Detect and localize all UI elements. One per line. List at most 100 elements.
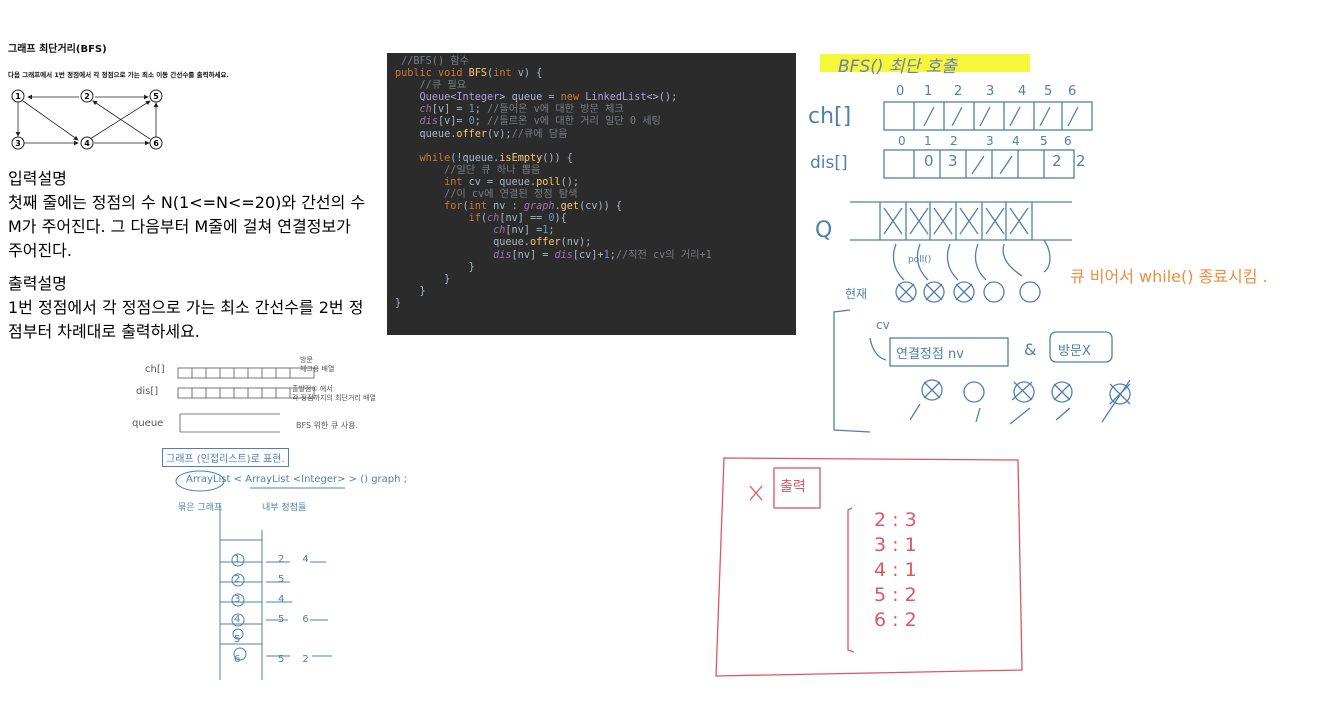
problem-sections: 입력설명 첫째 줄에는 정점의 수 N(1<=N<=20)와 간선의 수 M가 …	[8, 165, 368, 342]
input-section: 입력설명 첫째 줄에는 정점의 수 N(1<=N<=20)와 간선의 수 M가 …	[8, 165, 368, 261]
code-block: //BFS() 함수 public void BFS(int v) { //큐 필…	[387, 53, 796, 335]
code-line: dis[v]= 0; //들르온 v에 대한 거리 일단 0 세팅	[419, 116, 661, 128]
unvisited-label: 방문X	[1058, 344, 1091, 359]
index-5: 5	[1044, 84, 1053, 99]
adj-edge: 2	[302, 654, 309, 665]
svg-text:1: 1	[15, 92, 21, 101]
code-line: //일단 큐 하나 뽑음	[444, 164, 541, 176]
ch-note-line-1: 방문	[300, 356, 313, 364]
code-line: dis[nv] = dis[cv]+1;//직전 cv의 거리+1	[493, 249, 712, 261]
adj-node: 5	[234, 634, 241, 645]
index-0: 0	[896, 84, 905, 99]
dis-note-line-1: 출발점① 에서	[292, 385, 333, 393]
code-line: }	[395, 285, 426, 297]
code-line: Queue<Integer> queue = new LinkedList<>(…	[419, 92, 678, 104]
dis-value-1: 0	[924, 152, 934, 170]
index-6: 6	[1068, 84, 1077, 99]
input-text: 첫째 줄에는 정점의 수 N(1<=N<=20)와 간선의 수 M가 주어진다.…	[8, 193, 366, 260]
graph-node-3: 3	[11, 136, 25, 150]
graph-node-5: 5	[149, 89, 163, 103]
adj-row: 1 2 4	[234, 550, 309, 570]
code-line: //큐 필요	[419, 80, 467, 92]
output-result: 4 : 1	[874, 559, 917, 581]
dis-index-4: 4	[1012, 134, 1020, 148]
code-line: ch[v] = 1; //들어온 v에 대한 방문 체크	[419, 104, 624, 116]
adjacent-label: 연결정점 nv	[896, 347, 964, 362]
output-text: 1번 정점에서 각 정점으로 가는 최소 간선수를 2번 정점부터 차례대로 출…	[8, 298, 364, 341]
adj-edge: 5	[278, 574, 285, 585]
code-line: while(!queue.isEmpty()) {	[419, 152, 573, 164]
dis-value-6: 2	[1076, 152, 1086, 170]
adj-row: 34	[234, 590, 309, 610]
poll-label: poll()	[908, 255, 932, 265]
notes-title: BFS() 최단 호출	[838, 57, 957, 77]
input-heading: 입력설명	[8, 169, 67, 188]
code-line: public void BFS(int v) {	[395, 68, 543, 80]
queue-note: BFS 위한 큐 사용.	[296, 421, 358, 430]
ch-label-left: ch[]	[145, 364, 165, 375]
q-label: Q	[815, 218, 833, 243]
output-result: 3 : 1	[874, 534, 917, 556]
dis-note: 출발점① 에서 각 정점까지의 최단거리 배열	[292, 385, 376, 403]
graph-node-4: 4	[80, 136, 94, 150]
dis-note-line-2: 각 정점까지의 최단거리 배열	[292, 394, 376, 402]
adj-node: 1	[234, 554, 241, 565]
adj-node: 6	[234, 654, 241, 665]
code-line: ch[nv] =1;	[493, 225, 555, 237]
output-result: 2 : 3	[874, 509, 917, 531]
index-3: 3	[986, 84, 995, 99]
adj-node: 2	[234, 574, 241, 585]
code-line: int cv = queue.poll();	[444, 176, 580, 188]
code-line: for(int nv : graph.get(cv)) {	[444, 201, 622, 213]
dis-index-6: 6	[1064, 134, 1072, 148]
output-result: 5 : 2	[874, 584, 917, 606]
dis-index-3: 3	[986, 134, 994, 148]
adjacency-list-title: 그래프 (인접리스트)로 표현.	[162, 448, 289, 467]
adj-row: 5	[234, 630, 309, 650]
svg-text:5: 5	[153, 92, 159, 101]
dis-index-0: 0	[898, 134, 906, 148]
dis-label-right: dis[]	[810, 153, 848, 173]
outer-list-label: 묶은 그래프	[178, 503, 223, 513]
output-section: 출력설명 1번 정점에서 각 정점으로 가는 최소 간선수를 2번 정점부터 차…	[8, 270, 368, 342]
dis-index-1: 1	[924, 134, 932, 148]
adj-node: 3	[234, 594, 241, 605]
graph-node-1: 1	[11, 89, 25, 103]
dis-index-5: 5	[1040, 134, 1048, 148]
code-line: queue.offer(nv);	[395, 237, 592, 249]
svg-text:2: 2	[84, 92, 90, 101]
code-line: if(ch[nv] == 0){	[468, 213, 567, 225]
adj-row: 4 5 6	[234, 610, 309, 630]
ch-label-right: ch[]	[808, 104, 852, 129]
code-line: queue.offer(v);//큐에 담음	[395, 128, 568, 140]
adj-node: 4	[234, 614, 241, 625]
adj-edge: 5	[278, 654, 285, 665]
svg-text:6: 6	[153, 139, 159, 148]
arraylist-declaration: ArrayList < ArrayList <Integer> > () gra…	[186, 474, 408, 485]
adj-row: 6 5 2	[234, 650, 309, 670]
bfs-trace-sketch	[833, 101, 1131, 433]
code-line: //BFS() 함수	[401, 56, 469, 67]
output-heading: 출력설명	[8, 274, 67, 293]
adj-edge: 5	[278, 614, 285, 625]
current-label: 현재	[845, 287, 868, 301]
graph-diagram: 1 2 5 3 4 6	[11, 89, 163, 150]
problem-description: 다음 그래프에서 1번 정점에서 각 정점으로 가는 최소 이동 간선수를 출력…	[8, 71, 229, 79]
adj-edge: 4	[278, 594, 285, 605]
output-results: 2 : 3 3 : 1 4 : 1 5 : 2 6 : 2	[874, 508, 917, 633]
problem-title: 그래프 최단거리(BFS)	[8, 44, 107, 55]
code-line: //이 cv에 연결된 정점 탐색	[444, 189, 578, 201]
code-line: }	[395, 297, 402, 309]
graph-node-6: 6	[149, 136, 163, 150]
adj-edge: 6	[302, 614, 309, 625]
dis-label-left: dis[]	[136, 386, 159, 397]
output-label: 출력	[780, 479, 806, 495]
index-1: 1	[924, 84, 933, 99]
inner-list-label: 내부 정점들	[262, 503, 307, 513]
svg-text:3: 3	[15, 139, 21, 148]
adj-row: 25	[234, 570, 309, 590]
cv-label: cv	[876, 318, 890, 332]
adj-edge: 4	[302, 554, 309, 565]
code-line: }	[395, 273, 451, 285]
